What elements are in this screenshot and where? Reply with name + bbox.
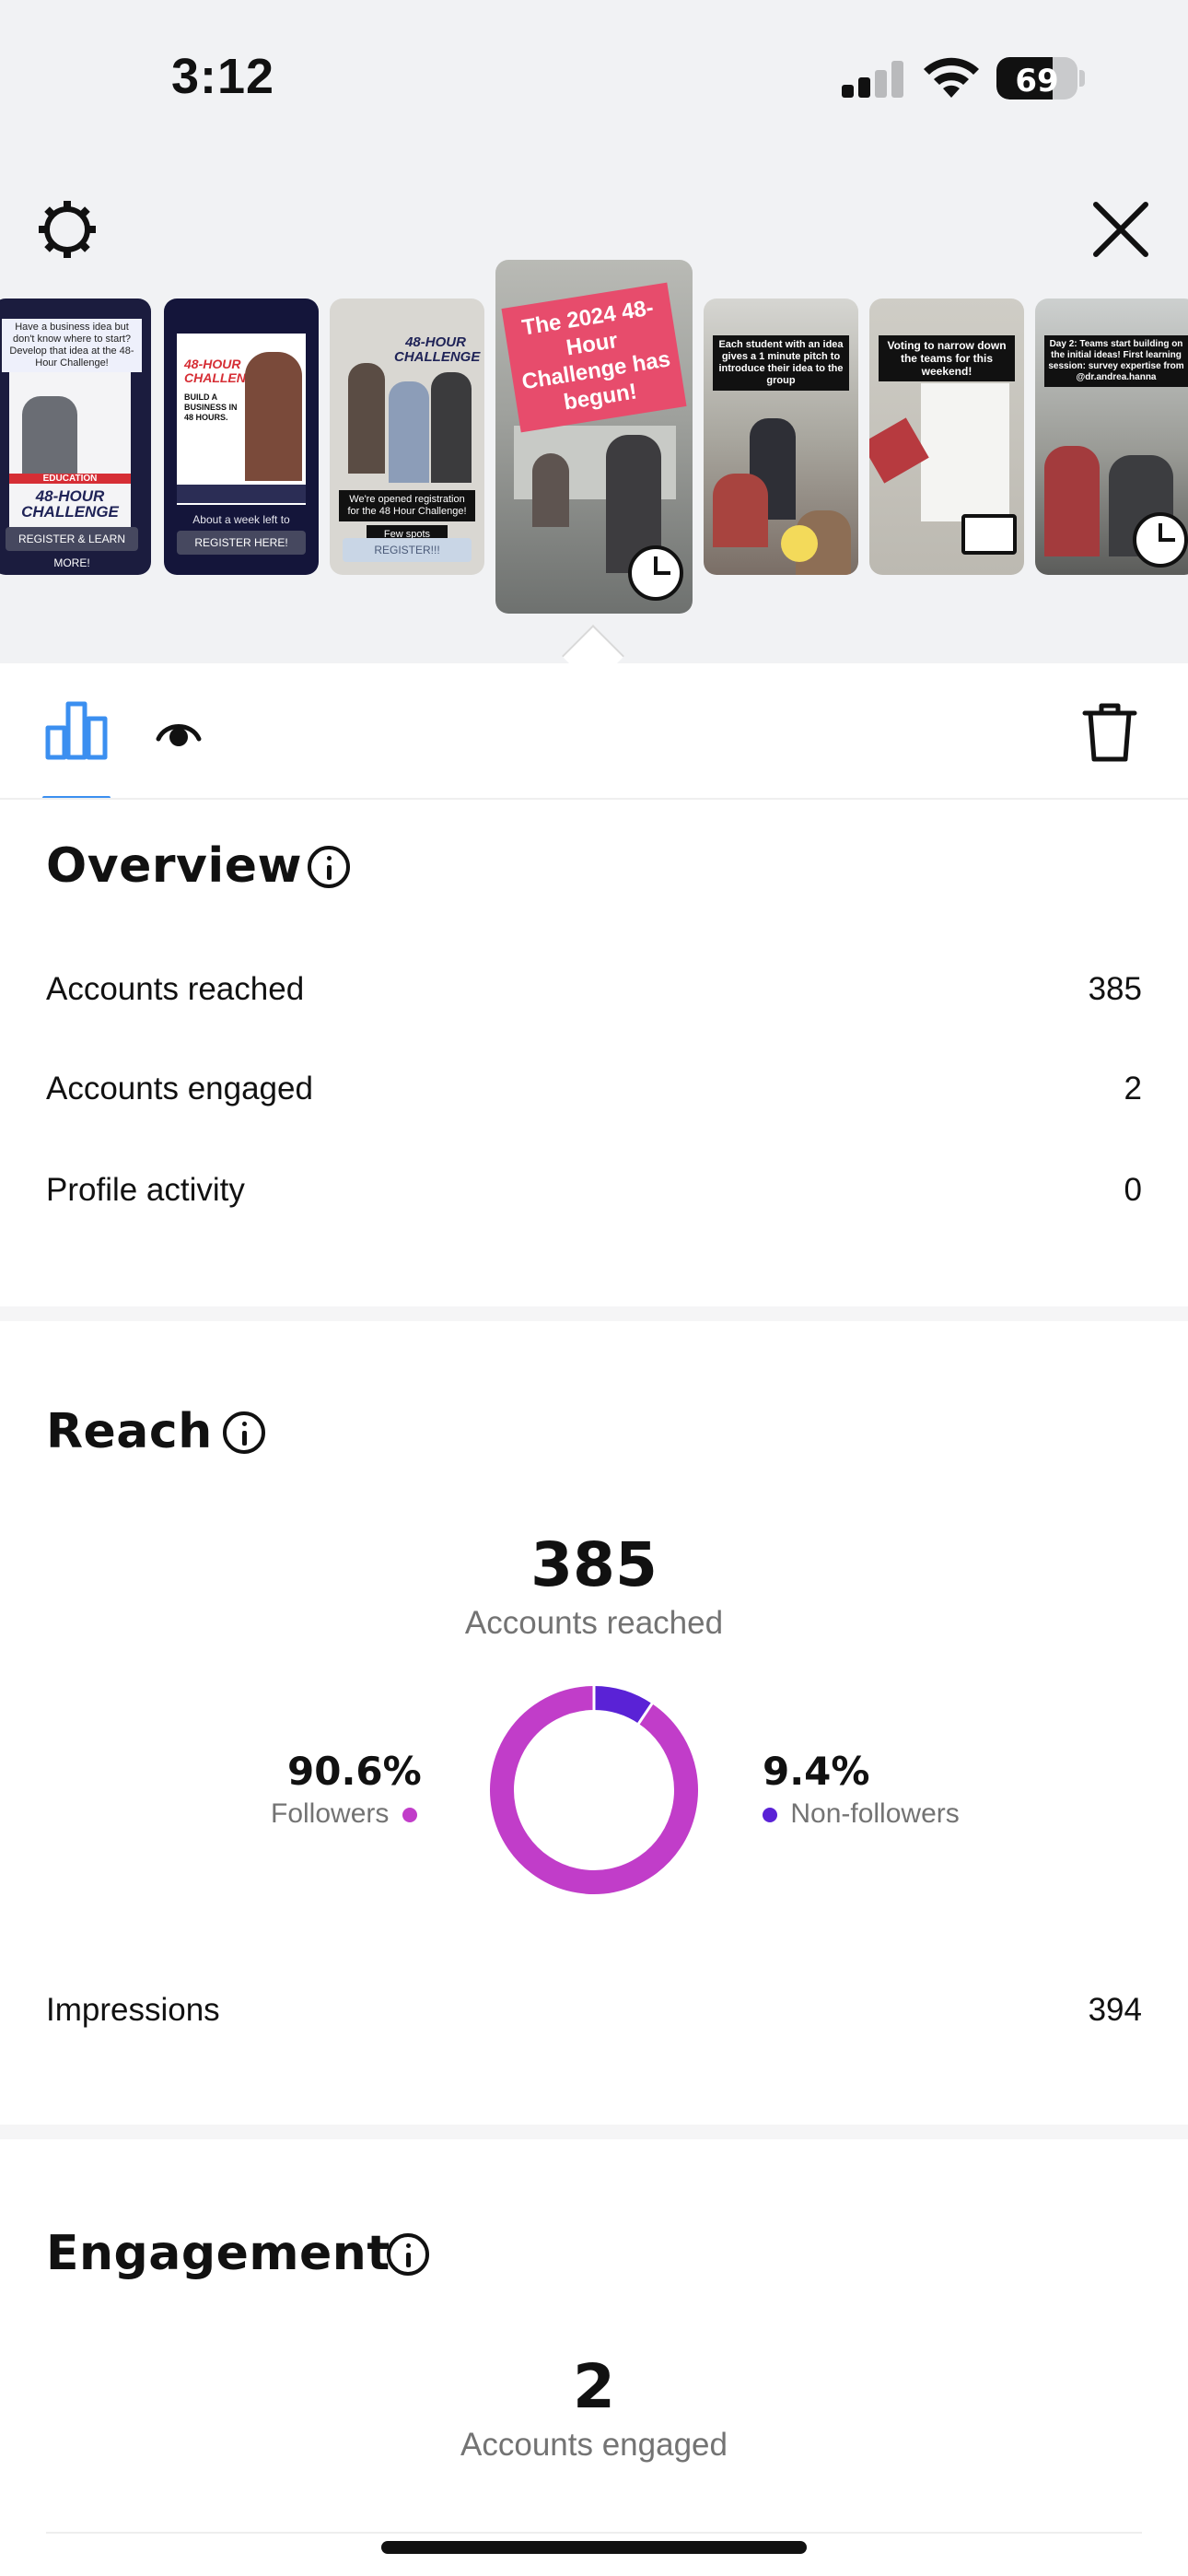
- story-sub: BUILD A BUSINESS IN 48 HOURS.: [184, 392, 238, 422]
- eye-icon[interactable]: [155, 715, 203, 750]
- ballot-box-icon: [961, 514, 1017, 555]
- story-poster: 48-HOUR CHALLENGE BUILD A BUSINESS IN 48…: [177, 334, 306, 505]
- close-icon[interactable]: [1090, 199, 1151, 260]
- wifi-icon: [924, 57, 979, 98]
- clock-icon: [628, 545, 683, 601]
- story-thumbnail[interactable]: Each student with an idea gives a 1 minu…: [704, 299, 858, 575]
- impressions-label: Impressions: [46, 1992, 220, 2028]
- story-thumbnail[interactable]: Day 2: Teams start building on the initi…: [1035, 299, 1188, 575]
- donut-slice-followers: [490, 1686, 698, 1894]
- story-button-label: REGISTER HERE!: [177, 531, 306, 555]
- info-icon[interactable]: [308, 846, 350, 888]
- non-followers-legend: Non-followers: [763, 1798, 960, 1830]
- story-headline: 48-HOUR CHALLENGE: [394, 334, 481, 365]
- overview-title: Overview: [46, 838, 303, 894]
- bar-chart-icon[interactable]: [44, 700, 109, 761]
- followers-label: Followers: [271, 1798, 390, 1829]
- battery-tip: [1079, 70, 1085, 87]
- info-icon[interactable]: [223, 1411, 265, 1454]
- battery-indicator: 69: [996, 57, 1077, 100]
- story-thumbnail[interactable]: 48-HOUR CHALLENGE BUILD A BUSINESS IN 48…: [164, 299, 319, 575]
- impressions-value: 394: [1088, 1992, 1142, 2028]
- story-headline: 48-HOUR CHALLENGE: [184, 357, 265, 385]
- cellular-signal-icon: [842, 61, 904, 98]
- story-thumbnail[interactable]: Have a business idea but don't know wher…: [0, 299, 151, 575]
- non-followers-label: Non-followers: [790, 1798, 960, 1829]
- gear-icon[interactable]: [37, 199, 98, 260]
- story-caption: Have a business idea but don't know wher…: [2, 319, 142, 372]
- story-caption: Each student with an idea gives a 1 minu…: [713, 335, 849, 391]
- reach-donut-chart: [490, 1684, 698, 1894]
- engagement-total-label: Accounts engaged: [460, 2427, 728, 2463]
- story-poster: EDUCATION 48-HOUR CHALLENGE: [9, 372, 131, 529]
- reach-title: Reach: [46, 1404, 213, 1459]
- toolbar-divider: [0, 798, 1188, 800]
- reach-total-label: Accounts reached: [464, 1605, 724, 1641]
- followers-legend: Followers: [271, 1798, 417, 1830]
- story-button-label: REGISTER & LEARN MORE!: [6, 527, 138, 569]
- stories-strip[interactable]: Have a business idea but don't know wher…: [0, 258, 1188, 626]
- reach-total: 385: [530, 1529, 658, 1600]
- row-value: 2: [1124, 1071, 1142, 1107]
- row-label: Profile activity: [46, 1172, 245, 1208]
- overview-row-profile-activity: Profile activity 0: [46, 1172, 1142, 1218]
- trash-icon[interactable]: [1079, 700, 1140, 765]
- status-time: 3:12: [171, 49, 275, 104]
- followers-dot: [402, 1808, 417, 1823]
- followers-percent: 90.6%: [287, 1749, 422, 1794]
- story-thumbnail[interactable]: Voting to narrow down the teams for this…: [869, 299, 1024, 575]
- impressions-row: Impressions 394: [46, 1992, 1142, 2038]
- story-caption: Day 2: Teams start building on the initi…: [1044, 335, 1188, 387]
- non-followers-percent: 9.4%: [763, 1749, 870, 1794]
- non-followers-dot: [763, 1808, 777, 1823]
- story-caption: We're opened registration for the 48 Hou…: [339, 490, 475, 521]
- row-label: Accounts reached: [46, 971, 305, 1007]
- engagement-total: 2: [573, 2351, 615, 2422]
- section-divider: [0, 1306, 1188, 1321]
- row-label: Accounts engaged: [46, 1071, 313, 1107]
- clock-icon: [1133, 512, 1188, 568]
- overview-row-accounts-engaged: Accounts engaged 2: [46, 1071, 1142, 1117]
- battery-percent: 69: [1015, 63, 1059, 100]
- story-thumbnail[interactable]: 48-HOUR CHALLENGE We're opened registrat…: [330, 299, 484, 575]
- list-divider: [46, 2532, 1142, 2534]
- section-divider: [0, 2125, 1188, 2139]
- story-button-label: REGISTER!!!: [343, 538, 472, 562]
- overview-row-accounts-reached: Accounts reached 385: [46, 971, 1142, 1017]
- home-indicator[interactable]: [381, 2541, 807, 2554]
- info-icon[interactable]: [387, 2233, 429, 2276]
- engagement-title: Engagement: [46, 2226, 390, 2281]
- story-thumbnail-selected[interactable]: The 2024 48-Hour Challenge has begun!: [495, 260, 693, 614]
- row-value: 385: [1088, 971, 1142, 1007]
- story-headline: 48-HOUR CHALLENGE: [21, 487, 119, 521]
- row-value: 0: [1124, 1172, 1142, 1208]
- story-caption: Voting to narrow down the teams for this…: [879, 335, 1015, 381]
- story-caption: The 2024 48-Hour Challenge has begun!: [501, 282, 687, 433]
